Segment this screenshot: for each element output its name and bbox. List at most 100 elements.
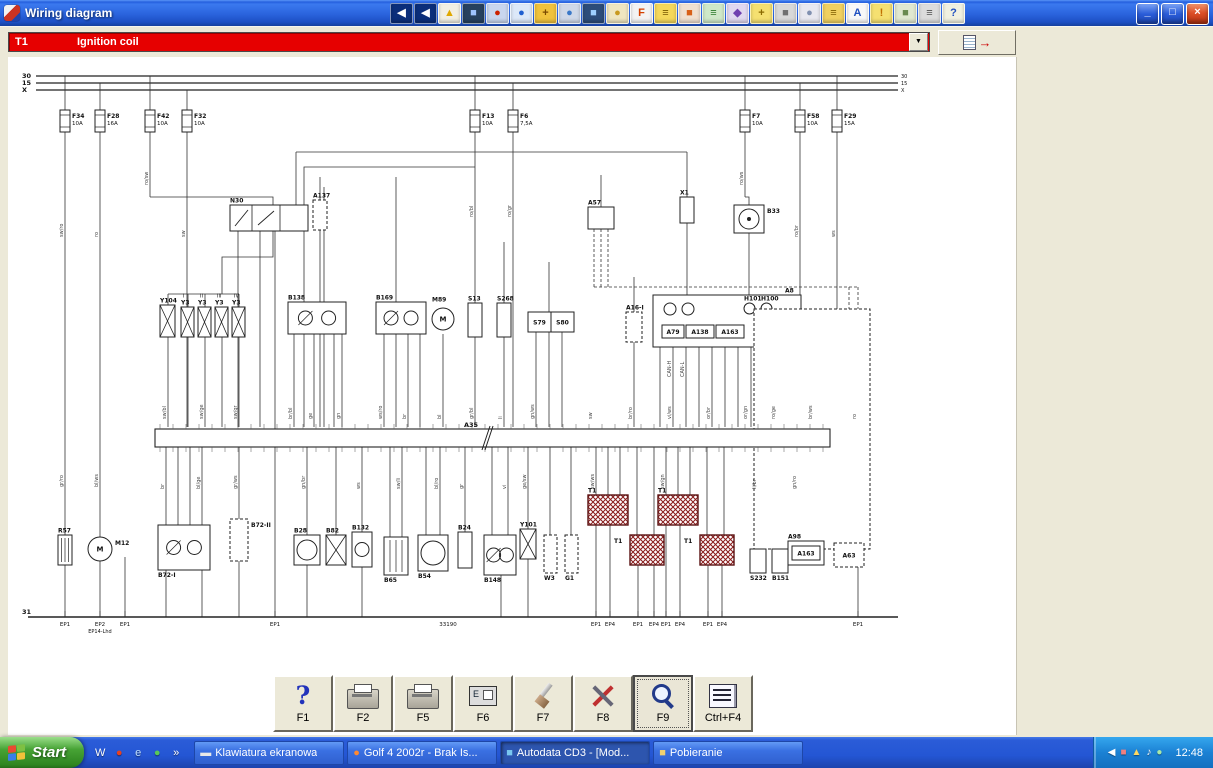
svg-text:A63: A63 <box>843 553 856 560</box>
tray-network-icon[interactable]: ● <box>1156 747 1162 758</box>
task-buttons: ▬ Klawiatura ekranowa ● Golf 4 2002r - B… <box>194 740 804 765</box>
ctrlf4-list-button[interactable]: Ctrl+F4 <box>693 675 753 732</box>
svg-text:br: br <box>160 483 166 489</box>
svg-text:S80: S80 <box>556 320 569 327</box>
nav-back-icon[interactable]: ◀ <box>414 3 437 24</box>
close-button[interactable]: × <box>1186 3 1209 25</box>
fkey-label: Ctrl+F4 <box>704 712 742 724</box>
svg-text:br: br <box>402 413 408 419</box>
svg-text:M89: M89 <box>432 297 446 304</box>
svg-text:III: III <box>217 294 221 300</box>
purple-icon[interactable]: ◆ <box>726 3 749 24</box>
task-button[interactable]: ■ Pobieranie <box>653 740 804 765</box>
svg-text:ro: ro <box>94 232 100 237</box>
combobox-dropdown-button[interactable]: ▼ <box>909 33 928 51</box>
fkey-icon <box>635 680 691 712</box>
f9-zoom-button[interactable]: F9 <box>633 675 693 732</box>
grid-icon[interactable]: ■ <box>894 3 917 24</box>
f1-help-button[interactable]: F1 <box>273 675 333 732</box>
f2-print-button[interactable]: F2 <box>333 675 393 732</box>
titlebar-toolbar: ◀ ◀ ▲ ■ ● ● + ● ■ ● F ≡ ■ ≡ ◆ + ■ ● ≡ A … <box>390 3 965 24</box>
audio-icon[interactable]: ● <box>606 3 629 24</box>
goto-diagram-button[interactable]: → <box>938 30 1016 55</box>
doc2-yellow-icon[interactable]: ≡ <box>822 3 845 24</box>
app-icon <box>4 5 20 21</box>
f7-sparkplug-button[interactable]: F7 <box>513 675 573 732</box>
task-button[interactable]: ▬ Klawiatura ekranowa <box>194 740 345 765</box>
svg-text:B151: B151 <box>772 575 789 582</box>
svg-text:16A: 16A <box>107 121 118 127</box>
quick-launch-3[interactable]: e <box>130 740 146 766</box>
monitor-icon[interactable]: ■ <box>582 3 605 24</box>
tray-app2-icon[interactable]: ▲ <box>1132 747 1142 758</box>
f5-print-button[interactable]: F5 <box>393 675 453 732</box>
svg-text:M: M <box>97 546 104 554</box>
tray-volume-icon[interactable]: ♪ <box>1146 747 1151 758</box>
svg-text:sw/li: sw/li <box>396 478 402 489</box>
svg-text:ws: ws <box>831 230 837 237</box>
fkey-label: F7 <box>536 712 550 724</box>
svg-text:EP2: EP2 <box>95 622 105 628</box>
help2-icon[interactable]: ? <box>942 3 965 24</box>
warning-icon[interactable]: ▲ <box>438 3 461 24</box>
svg-text:10A: 10A <box>194 121 205 127</box>
nav-first-icon[interactable]: ◀ <box>390 3 413 24</box>
svg-text:A79: A79 <box>667 329 680 336</box>
bolt-icon[interactable]: ! <box>870 3 893 24</box>
plus-yellow-icon[interactable]: + <box>750 3 773 24</box>
minimize-button[interactable]: _ <box>1136 3 1159 25</box>
svg-text:10A: 10A <box>807 121 818 127</box>
svg-text:br/bl: br/bl <box>288 408 294 419</box>
red-kit-icon[interactable]: ● <box>486 3 509 24</box>
f8-tools-button[interactable]: F8 <box>573 675 633 732</box>
quick-launch-1[interactable]: W <box>92 740 108 766</box>
task-button[interactable]: ■ Autodata CD3 - [Mod... <box>500 740 651 765</box>
quick-launch-2[interactable]: ● <box>111 740 127 766</box>
ruler-icon[interactable]: ≡ <box>918 3 941 24</box>
window-titlebar: Wiring diagram ◀ ◀ ▲ ■ ● ● + ● ■ ● F ≡ ■ <box>0 0 1213 26</box>
svg-text:31: 31 <box>22 608 32 616</box>
maximize-button[interactable]: □ <box>1161 3 1184 25</box>
component-name: Ignition coil <box>77 36 139 48</box>
quick-launch-4[interactable]: ● <box>149 740 165 766</box>
box-orange-icon[interactable]: ■ <box>678 3 701 24</box>
doc-yellow-icon[interactable]: ≡ <box>654 3 677 24</box>
svg-text:EP1: EP1 <box>633 622 643 628</box>
tools-icon[interactable]: + <box>534 3 557 24</box>
svg-text:ro: ro <box>852 414 858 419</box>
svg-text:B82: B82 <box>326 528 339 535</box>
svg-text:ro/gr: ro/gr <box>507 204 513 217</box>
svg-text:Y3: Y3 <box>231 300 241 307</box>
doc-green-icon[interactable]: ≡ <box>702 3 725 24</box>
svg-text:B132: B132 <box>352 525 369 532</box>
svg-text:gr/bl: gr/bl <box>469 408 475 419</box>
goto-arrow-icon: → <box>978 35 992 50</box>
task-button[interactable]: ● Golf 4 2002r - Brak Is... <box>347 740 498 765</box>
screen-icon[interactable]: ■ <box>462 3 485 24</box>
svg-text:gn/ws: gn/ws <box>530 404 536 419</box>
fkey-label: F9 <box>656 712 670 724</box>
svg-text:B72-II: B72-II <box>251 522 271 529</box>
wiring-diagram-canvas[interactable]: 30 3015 15X XF3410AF2816AF4210AF3210AF1310A… <box>8 57 1016 672</box>
f6-module-button[interactable]: F6 <box>453 675 513 732</box>
fkey-icon <box>335 680 391 712</box>
fkey-icon <box>395 680 451 712</box>
globe2-icon[interactable]: ● <box>558 3 581 24</box>
tray-hide-icon[interactable]: ◀ <box>1108 747 1116 758</box>
firefox-icon[interactable]: F <box>630 3 653 24</box>
svg-text:B24: B24 <box>458 525 471 532</box>
cd-icon[interactable]: ● <box>798 3 821 24</box>
letter-a-icon[interactable]: A <box>846 3 869 24</box>
tray-app1-icon[interactable]: ■ <box>1120 747 1126 758</box>
gray-icon[interactable]: ■ <box>774 3 797 24</box>
svg-text:or/gn: or/gn <box>743 406 749 419</box>
globe-icon[interactable]: ● <box>510 3 533 24</box>
svg-text:sw/ge: sw/ge <box>199 404 205 419</box>
svg-text:X: X <box>22 86 27 94</box>
component-combobox[interactable]: T1 Ignition coil ▼ <box>8 32 930 52</box>
fkey-label: F6 <box>476 712 490 724</box>
quick-launch-expand[interactable]: » <box>168 740 184 766</box>
svg-text:F13: F13 <box>482 113 494 120</box>
svg-text:or/br: or/br <box>706 406 712 419</box>
start-button[interactable]: Start <box>0 737 85 768</box>
